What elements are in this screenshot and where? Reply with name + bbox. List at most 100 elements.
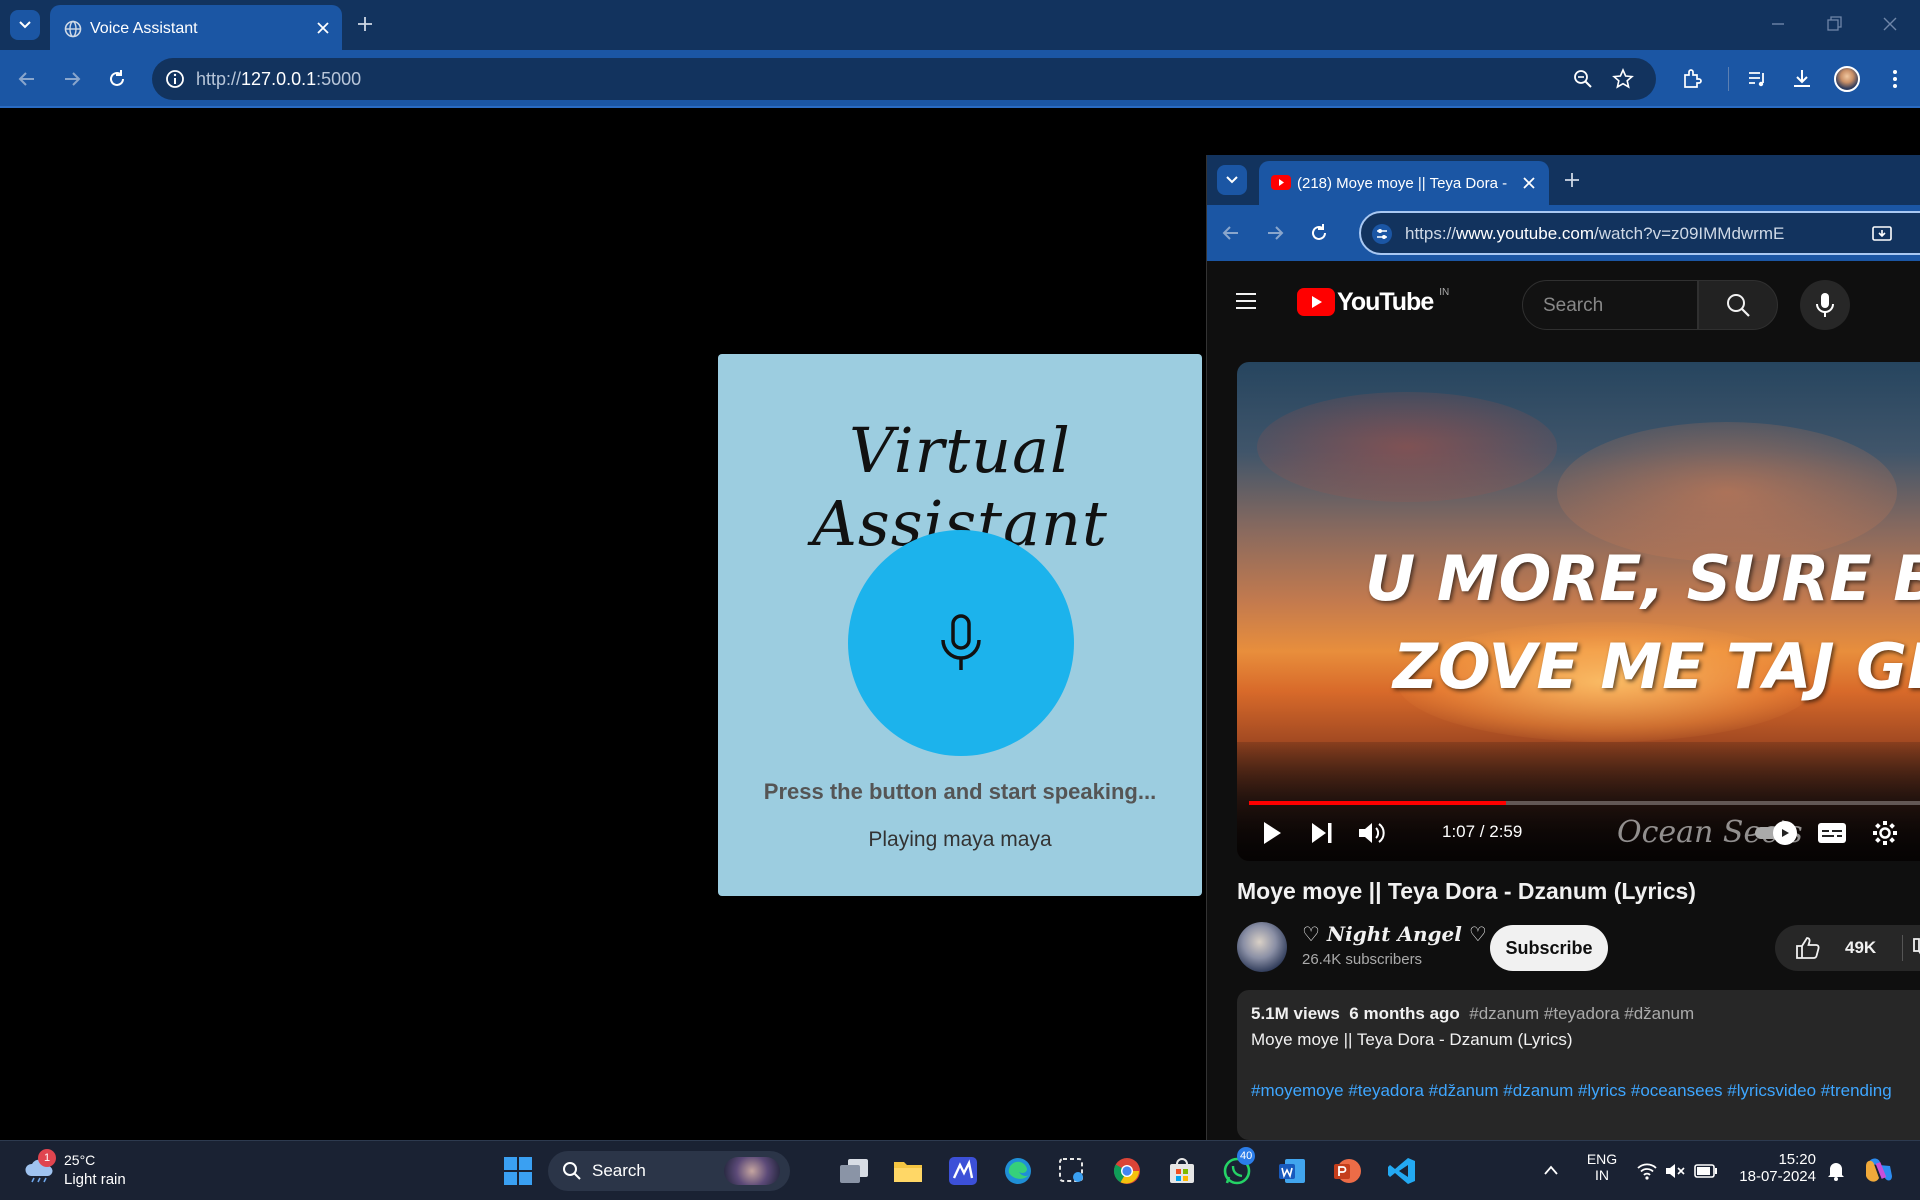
channel-avatar[interactable]	[1237, 922, 1287, 972]
play-icon[interactable]	[1261, 820, 1283, 846]
word-icon	[1279, 1159, 1305, 1183]
menu-dots-icon[interactable]	[1883, 67, 1907, 91]
tab-youtube[interactable]: (218) Moye moye || Teya Dora -	[1259, 161, 1549, 205]
tab-search-button[interactable]	[10, 10, 40, 40]
file-explorer-button[interactable]	[888, 1151, 928, 1191]
back-icon[interactable]	[16, 68, 38, 90]
close-icon[interactable]	[1519, 173, 1539, 193]
autoplay-icon	[1782, 829, 1789, 837]
video-title: Moye moye || Teya Dora - Dzanum (Lyrics)	[1237, 878, 1696, 904]
pen-app-icon	[949, 1157, 977, 1185]
weather-badge: 1	[38, 1149, 56, 1167]
taskbar-search[interactable]: Search	[548, 1151, 790, 1191]
reload-icon[interactable]	[106, 68, 128, 90]
subscribe-button[interactable]: Subscribe	[1490, 925, 1608, 971]
youtube-browser-window: (218) Moye moye || Teya Dora - https://w…	[1206, 155, 1920, 1140]
copilot-icon	[1866, 1158, 1892, 1182]
video-player[interactable]: U MORE, SURE BOJE ZOVE ME TAJ GLAS 1:07 …	[1237, 362, 1920, 861]
chevron-down-icon	[19, 21, 31, 29]
start-button[interactable]	[498, 1151, 538, 1191]
youtube-play-logo-icon	[1297, 288, 1335, 316]
video-cloud	[1557, 422, 1897, 562]
like-button[interactable]: 49K	[1775, 925, 1920, 971]
tab-voice-assistant[interactable]: Voice Assistant	[50, 5, 342, 50]
description-hashtags[interactable]: #moyemoye #teyadora #džanum #dzanum #lyr…	[1251, 1081, 1892, 1101]
task-view-icon	[840, 1159, 868, 1183]
folder-icon	[894, 1162, 922, 1182]
back-icon[interactable]	[1220, 222, 1242, 244]
autoplay-toggle[interactable]	[1755, 821, 1799, 845]
snipping-tool-button[interactable]	[1052, 1151, 1092, 1191]
site-info-icon[interactable]	[164, 68, 186, 90]
channel-name[interactable]: ♡ Night Angel ♡	[1302, 922, 1487, 946]
yt-tab-search-button[interactable]	[1217, 165, 1247, 195]
edge-button[interactable]	[998, 1151, 1038, 1191]
youtube-tab-strip: (218) Moye moye || Teya Dora -	[1207, 155, 1920, 205]
youtube-toolbar: https://www.youtube.com/watch?v=z09IMMdw…	[1207, 205, 1920, 261]
copilot-button[interactable]	[1862, 1154, 1896, 1188]
chevron-up-icon[interactable]	[1542, 1163, 1560, 1177]
video-controls: 1:07 / 2:59 Ocean See's	[1237, 805, 1920, 861]
yt-voice-search-button[interactable]	[1800, 280, 1850, 330]
weather-description: Light rain	[64, 1171, 126, 1188]
yt-address-bar[interactable]: https://www.youtube.com/watch?v=z09IMMdw…	[1359, 211, 1920, 255]
search-icon	[563, 1162, 581, 1180]
forward-icon[interactable]	[61, 68, 83, 90]
app-launcher-button[interactable]	[943, 1151, 983, 1191]
download-icon[interactable]	[1790, 67, 1814, 91]
volume-icon[interactable]	[1357, 820, 1385, 846]
subscriber-count: 26.4K subscribers	[1302, 951, 1423, 968]
address-bar[interactable]: http://127.0.0.1:5000	[152, 58, 1656, 100]
word-button[interactable]	[1272, 1151, 1312, 1191]
reload-icon[interactable]	[1308, 222, 1330, 244]
minimize-icon[interactable]	[1768, 14, 1788, 34]
subtitles-icon[interactable]	[1817, 821, 1847, 845]
video-description[interactable]: 5.1M views 6 months ago #dzanum #teyador…	[1237, 990, 1920, 1140]
window-close-icon[interactable]	[1880, 14, 1900, 34]
assistant-status: Playing maya maya	[868, 828, 1052, 851]
media-controls-icon[interactable]	[1745, 67, 1769, 91]
url-text: http://127.0.0.1:5000	[196, 69, 362, 89]
close-icon[interactable]	[312, 17, 334, 39]
whatsapp-button[interactable]: 40	[1217, 1147, 1257, 1191]
powerpoint-button[interactable]	[1327, 1151, 1367, 1191]
store-button[interactable]	[1162, 1151, 1202, 1191]
wifi-icon[interactable]	[1636, 1161, 1658, 1181]
thumbs-down-icon[interactable]	[1912, 937, 1920, 961]
assistant-card: Virtual Assistant Press the button and s…	[718, 354, 1202, 896]
notification-bell-icon[interactable]	[1826, 1160, 1846, 1182]
new-tab-icon[interactable]	[1562, 170, 1582, 190]
extensions-icon[interactable]	[1680, 67, 1704, 91]
mic-button[interactable]	[848, 530, 1074, 756]
battery-icon[interactable]	[1694, 1162, 1718, 1180]
yt-search-button[interactable]	[1698, 280, 1778, 330]
language-indicator[interactable]: ENG IN	[1582, 1151, 1622, 1183]
hamburger-menu-icon[interactable]	[1234, 291, 1258, 311]
zoom-icon[interactable]	[1572, 68, 1594, 90]
forward-icon[interactable]	[1264, 222, 1286, 244]
chevron-down-icon	[1226, 176, 1238, 184]
bookmark-star-icon[interactable]	[1612, 68, 1634, 90]
settings-gear-icon[interactable]	[1871, 819, 1899, 847]
task-view-button[interactable]	[834, 1151, 874, 1191]
powerpoint-icon	[1334, 1159, 1361, 1183]
clock[interactable]: 15:20 18-07-2024	[1732, 1151, 1816, 1185]
install-app-icon[interactable]	[1871, 223, 1893, 245]
next-icon[interactable]	[1309, 820, 1335, 846]
vscode-button[interactable]	[1382, 1151, 1422, 1191]
weather-widget[interactable]: 1 25°C Light rain	[20, 1149, 140, 1193]
microphone-icon	[941, 614, 981, 670]
edge-browser-icon	[1005, 1158, 1031, 1184]
profile-avatar[interactable]	[1834, 66, 1860, 92]
main-tab-strip: Voice Assistant	[0, 0, 1920, 50]
yt-search-input[interactable]: Search	[1522, 280, 1698, 330]
tune-icon[interactable]	[1371, 223, 1393, 245]
new-tab-icon[interactable]	[355, 14, 375, 34]
youtube-logo[interactable]: YouTube IN	[1297, 287, 1449, 317]
restore-icon[interactable]	[1824, 14, 1844, 34]
search-highlight-image	[724, 1157, 780, 1185]
toolbar-divider	[1728, 67, 1729, 91]
chrome-button[interactable]	[1107, 1151, 1147, 1191]
volume-muted-icon[interactable]	[1664, 1161, 1686, 1181]
video-lyric-line-2: ZOVE ME TAJ GLAS	[1393, 630, 1920, 703]
